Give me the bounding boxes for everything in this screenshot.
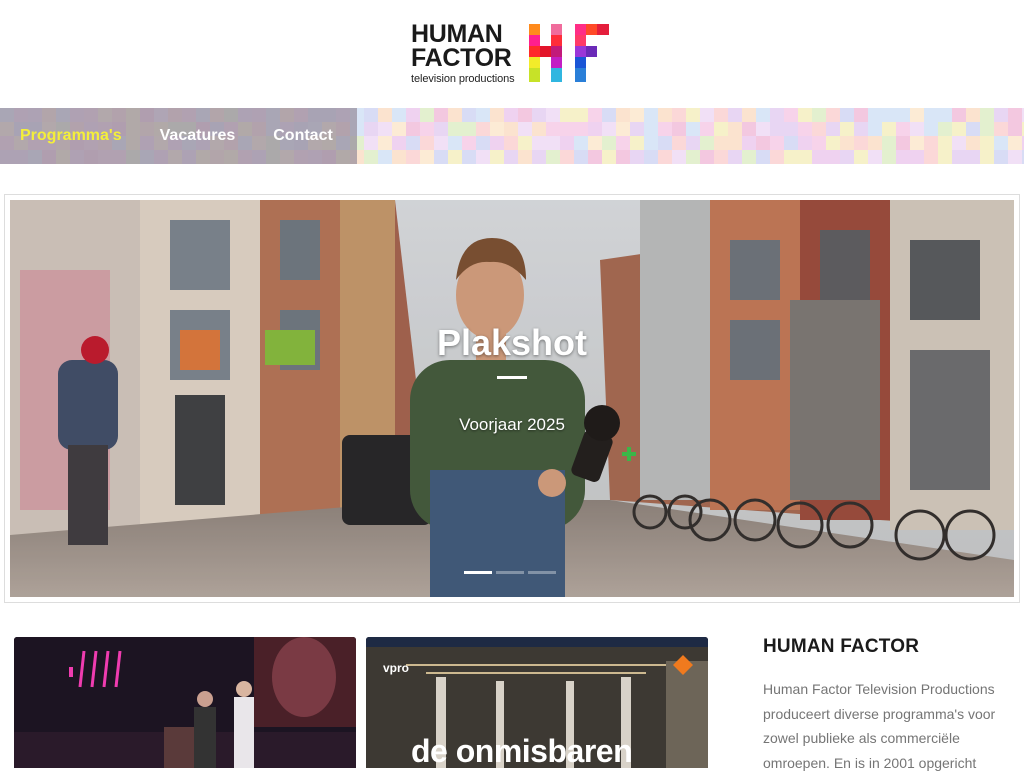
slider-dot[interactable] — [464, 571, 492, 574]
about-sidebar: HUMAN FACTOR Human Factor Television Pro… — [763, 637, 1013, 775]
slider-dot[interactable] — [528, 571, 556, 574]
hf-pixel-logo-icon — [529, 24, 609, 82]
site-header: HUMAN FACTOR television productions — [0, 0, 1024, 108]
street-scene-photo — [10, 200, 1014, 597]
site-logo[interactable]: HUMAN FACTOR television productions — [411, 22, 613, 86]
hero-slide-image[interactable]: Plakshot Voorjaar 2025 — [10, 200, 1014, 597]
hero-slider: Plakshot Voorjaar 2025 — [4, 194, 1020, 603]
slide-subtitle: Voorjaar 2025 — [459, 415, 565, 434]
main-nav-bar: Programma's Vacatures Contact — [0, 108, 1024, 164]
sidebar-text: Human Factor Television Productions prod… — [763, 681, 996, 771]
slide-title: Plakshot — [436, 322, 588, 363]
vpro-logo: vpro — [383, 661, 410, 675]
slider-pagination — [464, 571, 560, 574]
logo-tagline: television productions — [411, 73, 515, 85]
slide-title-divider — [497, 376, 527, 379]
concert-stage-photo — [14, 637, 356, 768]
nav-item-vacatures[interactable]: Vacatures — [160, 127, 236, 145]
nav-menu: Programma's Vacatures Contact — [0, 108, 351, 164]
sidebar-title: HUMAN FACTOR — [763, 636, 920, 657]
nav-item-programmas[interactable]: Programma's — [20, 127, 122, 145]
program-card-concert[interactable] — [14, 637, 356, 768]
logo-wordmark: HUMAN FACTOR television productions — [411, 22, 529, 86]
program-card-de-onmisbaren[interactable]: vpro de onmisbaren — [366, 637, 708, 768]
card-title: de onmisbaren — [411, 733, 633, 768]
nav-item-contact[interactable]: Contact — [273, 127, 333, 145]
logo-line-factor: FACTOR — [411, 44, 512, 72]
slider-dot[interactable] — [496, 571, 524, 574]
logo-line-human: HUMAN — [411, 20, 503, 48]
